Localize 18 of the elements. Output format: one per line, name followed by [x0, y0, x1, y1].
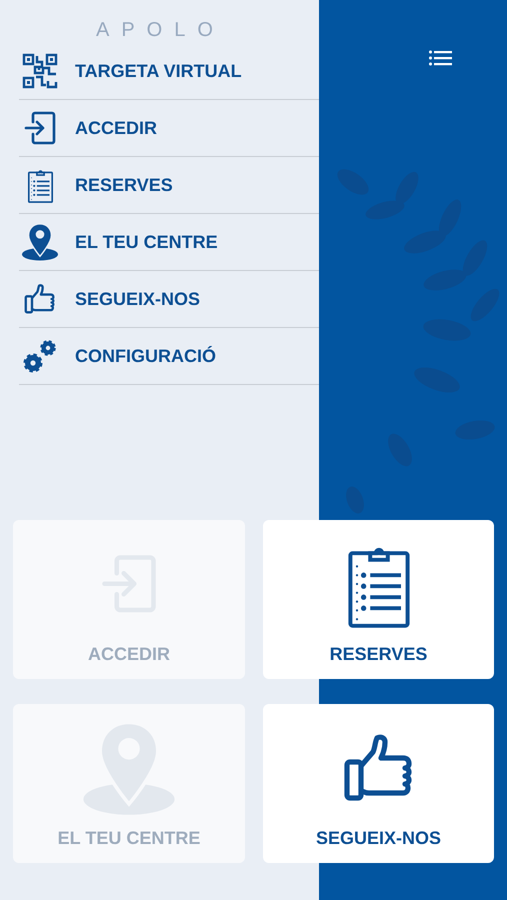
menu-item[interactable]: TARGETA VIRTUAL — [19, 43, 319, 100]
tile-label: EL TEU CENTRE — [58, 828, 200, 849]
tile-label: ACCEDIR — [88, 644, 170, 665]
location-pin-icon — [21, 223, 59, 261]
thumbs-up-icon — [24, 283, 56, 315]
tile-label: SEGUEIX-NOS — [316, 828, 442, 849]
menu-tile[interactable]: SEGUEIX-NOS — [263, 704, 494, 863]
menu-icon[interactable] — [429, 50, 452, 66]
tile-label: RESERVES — [330, 644, 428, 665]
sign-in-icon — [24, 111, 56, 145]
menu-item[interactable]: ACCEDIR — [19, 100, 319, 157]
logo-text: APOLO — [96, 19, 225, 42]
qr-code-icon — [22, 53, 58, 89]
menu-item[interactable]: RESERVES — [19, 157, 319, 214]
menu-item[interactable]: EL TEU CENTRE — [19, 214, 319, 271]
menu-item[interactable]: CONFIGURACIÓ — [19, 328, 319, 385]
menu-tile[interactable]: RESERVES — [263, 520, 494, 679]
menu-item[interactable]: SEGUEIX-NOS — [19, 271, 319, 328]
